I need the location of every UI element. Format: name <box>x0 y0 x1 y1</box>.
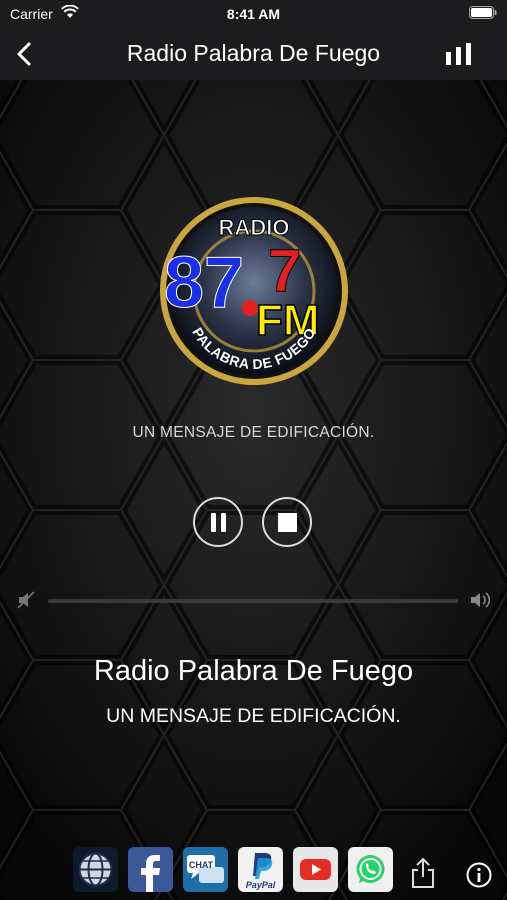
facebook-icon[interactable] <box>128 847 173 892</box>
paypal-label: PayPal <box>246 880 276 890</box>
whatsapp-icon[interactable] <box>348 847 393 892</box>
pause-button[interactable] <box>193 497 243 547</box>
youtube-icon[interactable] <box>293 847 338 892</box>
navigation-bar: Radio Palabra De Fuego <box>0 28 507 80</box>
station-logo: RADIO 87 7 FM PALABRA DE FUEGO <box>160 197 348 385</box>
volume-mute-icon <box>17 591 35 609</box>
now-playing-title: Radio Palabra De Fuego <box>93 655 414 687</box>
stop-button[interactable] <box>262 497 312 547</box>
back-button[interactable] <box>12 40 36 68</box>
share-icon[interactable] <box>410 857 436 889</box>
battery-icon <box>469 6 497 19</box>
pause-icon <box>211 513 216 532</box>
nav-title: Radio Palabra De Fuego <box>126 40 381 66</box>
volume-slider[interactable] <box>48 599 458 603</box>
volume-high-icon <box>471 592 491 608</box>
paypal-icon[interactable]: PayPal <box>238 847 283 892</box>
chat-icon[interactable]: CHAT <box>183 847 228 892</box>
status-bar: Carrier 8:41 AM <box>0 0 507 28</box>
clock: 8:41 AM <box>226 6 281 22</box>
logo-freq-b: 7 <box>268 237 301 304</box>
info-icon[interactable] <box>466 862 492 888</box>
chat-label: CHAT <box>189 860 214 870</box>
bar-chart-icon[interactable] <box>445 42 473 66</box>
globe-icon[interactable] <box>73 847 118 892</box>
station-tagline: UN MENSAJE DE EDIFICACIÓN. <box>132 424 375 441</box>
now-playing-subtitle: UN MENSAJE DE EDIFICACIÓN. <box>106 705 401 727</box>
logo-freq-a: 87 <box>164 243 244 323</box>
stop-icon <box>278 513 297 532</box>
